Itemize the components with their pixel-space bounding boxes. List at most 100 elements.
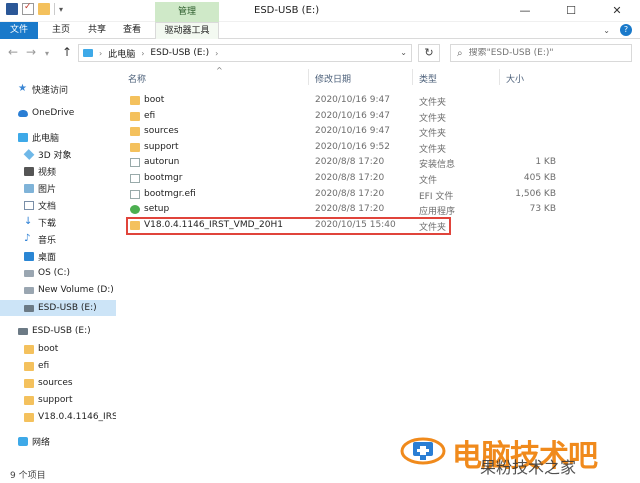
help-icon[interactable]: ? [620, 24, 632, 36]
tab-share[interactable]: 共享 [84, 22, 110, 39]
file-row[interactable]: autorun 2020/8/8 17:20 安装信息 1 KB [124, 155, 564, 171]
file-date: 2020/8/8 17:20 [315, 188, 385, 199]
file-size: 73 KB [529, 204, 556, 215]
refresh-button[interactable]: ↻ [418, 44, 440, 62]
tab-drive-tools[interactable]: 驱动器工具 [155, 22, 219, 39]
nav-label: ESD-USB (E:) [32, 326, 91, 336]
navigation-pane: ★ 快速访问 OneDrive 此电脑 3D 对象 视频 图片 文档 ↓ 下载 … [0, 67, 116, 463]
file-date: 2020/8/8 17:20 [315, 157, 385, 168]
expand-ribbon-icon[interactable]: ⌄ [603, 26, 610, 35]
nav-label: 视频 [38, 167, 57, 178]
tab-file[interactable]: 文件 [0, 22, 38, 39]
nav-music[interactable]: ♪ 音乐 [0, 231, 116, 247]
nav-network[interactable]: 网络 [0, 433, 116, 449]
file-row[interactable]: setup 2020/8/8 17:20 应用程序 73 KB [124, 202, 564, 218]
file-row[interactable]: sources 2020/10/16 9:47 文件夹 [124, 124, 564, 140]
toolbar-divider [54, 3, 55, 15]
file-type: 安装信息 [419, 160, 456, 171]
folder-icon [24, 344, 34, 354]
nav-folder-sources[interactable]: sources [0, 375, 116, 391]
recent-locations-icon[interactable]: ▾ [45, 49, 49, 58]
nav-downloads[interactable]: ↓ 下载 [0, 214, 116, 230]
file-name: setup [144, 204, 170, 215]
nav-documents[interactable]: 文档 [0, 197, 116, 213]
address-bar[interactable]: › 此电脑 › ESD-USB (E:) › ⌄ [78, 44, 412, 62]
file-row[interactable]: support 2020/10/16 9:52 文件夹 [124, 140, 564, 156]
save-icon[interactable] [6, 3, 18, 15]
usb-drive-icon [24, 304, 34, 312]
column-divider[interactable] [412, 69, 413, 85]
file-name: autorun [144, 157, 180, 168]
breadcrumb-usb[interactable]: ESD-USB (E:) [150, 48, 209, 58]
tab-home[interactable]: 主页 [48, 22, 74, 39]
nav-label: ESD-USB (E:) [38, 303, 97, 313]
folder-icon [24, 412, 34, 422]
close-button[interactable]: ✕ [594, 0, 640, 22]
folder-icon [130, 111, 140, 121]
file-row[interactable]: bootmgr 2020/8/8 17:20 文件 405 KB [124, 171, 564, 187]
column-divider[interactable] [499, 69, 500, 85]
nav-this-pc[interactable]: 此电脑 [0, 129, 116, 145]
download-icon: ↓ [24, 216, 33, 227]
column-header-name[interactable]: 名称 [128, 72, 146, 85]
back-arrow-icon[interactable]: ← [8, 45, 18, 59]
nav-label: support [38, 395, 73, 405]
nav-videos[interactable]: 视频 [0, 163, 116, 179]
nav-label: 桌面 [38, 252, 57, 263]
ribbon-tabs: 文件 主页 共享 查看 驱动器工具 ⌄ ? [0, 22, 640, 39]
nav-folder-irst[interactable]: V18.0.4.1146_IRST [0, 409, 116, 425]
context-tab-manage: 管理 [155, 2, 219, 22]
customize-toolbar-icon[interactable]: ▾ [59, 5, 63, 14]
file-name: bootmgr.efi [144, 188, 196, 199]
file-type: 文件夹 [419, 113, 447, 124]
file-icon [130, 174, 140, 183]
breadcrumb-this-pc[interactable]: 此电脑 [108, 47, 135, 60]
nav-drive-e[interactable]: ESD-USB (E:) [0, 300, 116, 316]
column-header-type[interactable]: 类型 [419, 72, 437, 85]
file-list: ^ 名称 修改日期 类型 大小 boot 2020/10/16 9:47 文件夹 ef… [116, 66, 640, 463]
new-folder-icon[interactable] [38, 3, 50, 15]
this-pc-icon [83, 49, 93, 57]
column-header-date[interactable]: 修改日期 [315, 72, 351, 85]
file-icon [130, 189, 140, 199]
nav-folder-boot[interactable]: boot [0, 341, 116, 357]
nav-drive-c[interactable]: OS (C:) [0, 265, 116, 281]
sort-arrow-icon: ^ [216, 66, 223, 75]
file-type: 应用程序 [419, 207, 456, 218]
nav-label: V18.0.4.1146_IRST [38, 412, 116, 422]
nav-desktop[interactable]: 桌面 [0, 248, 116, 264]
nav-folder-support[interactable]: support [0, 392, 116, 408]
tab-view[interactable]: 查看 [119, 22, 145, 39]
nav-quick-access[interactable]: ★ 快速访问 [0, 81, 116, 97]
address-row: ← → ▾ ↑ › 此电脑 › ESD-USB (E:) › ⌄ ↻ ⌕ [0, 39, 640, 67]
column-header-size[interactable]: 大小 [506, 72, 524, 85]
picture-icon [24, 183, 34, 193]
nav-label: 快速访问 [32, 85, 69, 96]
usb-drive-icon [18, 327, 28, 335]
column-divider[interactable] [308, 69, 309, 85]
nav-3d-objects[interactable]: 3D 对象 [0, 146, 116, 162]
up-arrow-icon[interactable]: ↑ [62, 45, 72, 59]
nav-onedrive[interactable]: OneDrive [0, 105, 116, 121]
address-dropdown-icon[interactable]: ⌄ [400, 48, 407, 57]
chevron-right-icon[interactable]: › [215, 49, 218, 58]
nav-drive-d[interactable]: New Volume (D:) [0, 282, 116, 298]
file-row[interactable]: boot 2020/10/16 9:47 文件夹 [124, 93, 564, 109]
file-row[interactable]: bootmgr.efi 2020/8/8 17:20 EFI 文件 1,506 KB [124, 187, 564, 203]
window-controls: — ☐ ✕ [502, 0, 640, 22]
file-row[interactable]: efi 2020/10/16 9:47 文件夹 [124, 109, 564, 125]
nav-folder-efi[interactable]: efi [0, 358, 116, 374]
forward-arrow-icon[interactable]: → [26, 45, 36, 59]
chevron-right-icon[interactable]: › [141, 49, 144, 58]
minimize-button[interactable]: — [502, 0, 548, 22]
properties-icon[interactable] [22, 2, 34, 15]
maximize-button[interactable]: ☐ [548, 0, 594, 22]
nav-pictures[interactable]: 图片 [0, 180, 116, 196]
search-box[interactable]: ⌕ [450, 44, 632, 62]
network-icon [18, 436, 28, 446]
nav-usb-root[interactable]: ESD-USB (E:) [0, 323, 116, 339]
chevron-right-icon[interactable]: › [99, 49, 102, 58]
file-name: efi [144, 110, 156, 121]
search-input[interactable] [468, 48, 619, 58]
file-date: 2020/10/16 9:47 [315, 95, 390, 105]
